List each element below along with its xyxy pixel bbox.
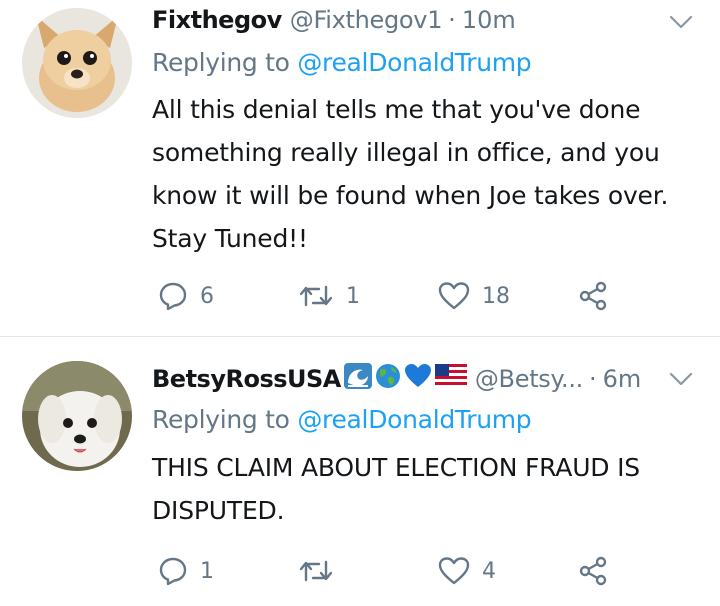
display-name[interactable]: BetsyRossUSA [152,365,341,393]
reply-icon [158,281,188,311]
display-name[interactable]: Fixthegov [152,6,282,34]
globe-emoji [375,363,401,395]
tweet-text: THIS CLAIM ABOUT ELECTION FRAUD IS DISPU… [152,453,640,525]
separator-dot: · [448,6,456,34]
retweet-button[interactable] [298,549,346,593]
replying-to-label: Replying to [152,405,290,434]
replying-to: Replying to @realDonaldTrump [152,405,532,434]
retweet-icon [298,556,334,586]
reply-count: 6 [200,283,214,309]
wave-emoji [343,363,372,395]
like-button[interactable]: 18 [438,274,510,318]
user-handle[interactable]: @Fixthegov1 [290,6,443,34]
tweet-actions: 6 1 18 [152,274,672,318]
replying-to: Replying to @realDonaldTrump [152,48,532,77]
tweet-text: All this denial tells me that you've don… [152,95,669,253]
timestamp[interactable]: 6m [603,365,642,393]
user-handle[interactable]: @Betsy... [475,365,583,393]
like-count: 18 [482,283,510,309]
retweet-count: 1 [346,283,360,309]
chevron-down-icon[interactable] [668,9,694,35]
chevron-down-icon[interactable] [668,366,694,392]
share-icon [578,281,608,311]
reply-button[interactable]: 6 [158,274,214,318]
retweet-icon [298,281,334,311]
tweet[interactable]: Fixthegov @Fixthegov1 · 10m Replying to … [0,0,720,336]
us-flag-emoji [434,364,467,394]
avatar[interactable] [22,361,132,471]
tweet[interactable]: BetsyRossUSA @Betsy... · 6m Replying to … [0,337,720,606]
mention-link[interactable]: @realDonaldTrump [297,48,531,77]
share-button[interactable] [578,549,608,593]
heart-icon [438,281,470,311]
tweet-actions: 1 4 [152,549,672,593]
avatar[interactable] [22,8,132,118]
like-count: 4 [482,558,496,584]
reply-count: 1 [200,558,214,584]
retweet-button[interactable]: 1 [298,274,360,318]
like-button[interactable]: 4 [438,549,496,593]
tweet-header: BetsyRossUSA @Betsy... · 6m [152,361,641,397]
share-icon [578,556,608,586]
reply-icon [158,556,188,586]
reply-button[interactable]: 1 [158,549,214,593]
blue-heart-emoji [404,363,432,395]
share-button[interactable] [578,274,608,318]
mention-link[interactable]: @realDonaldTrump [297,405,531,434]
replying-to-label: Replying to [152,48,290,77]
tweet-header: Fixthegov @Fixthegov1 · 10m [152,2,516,38]
timestamp[interactable]: 10m [462,6,516,34]
heart-icon [438,556,470,586]
separator-dot: · [588,365,597,393]
